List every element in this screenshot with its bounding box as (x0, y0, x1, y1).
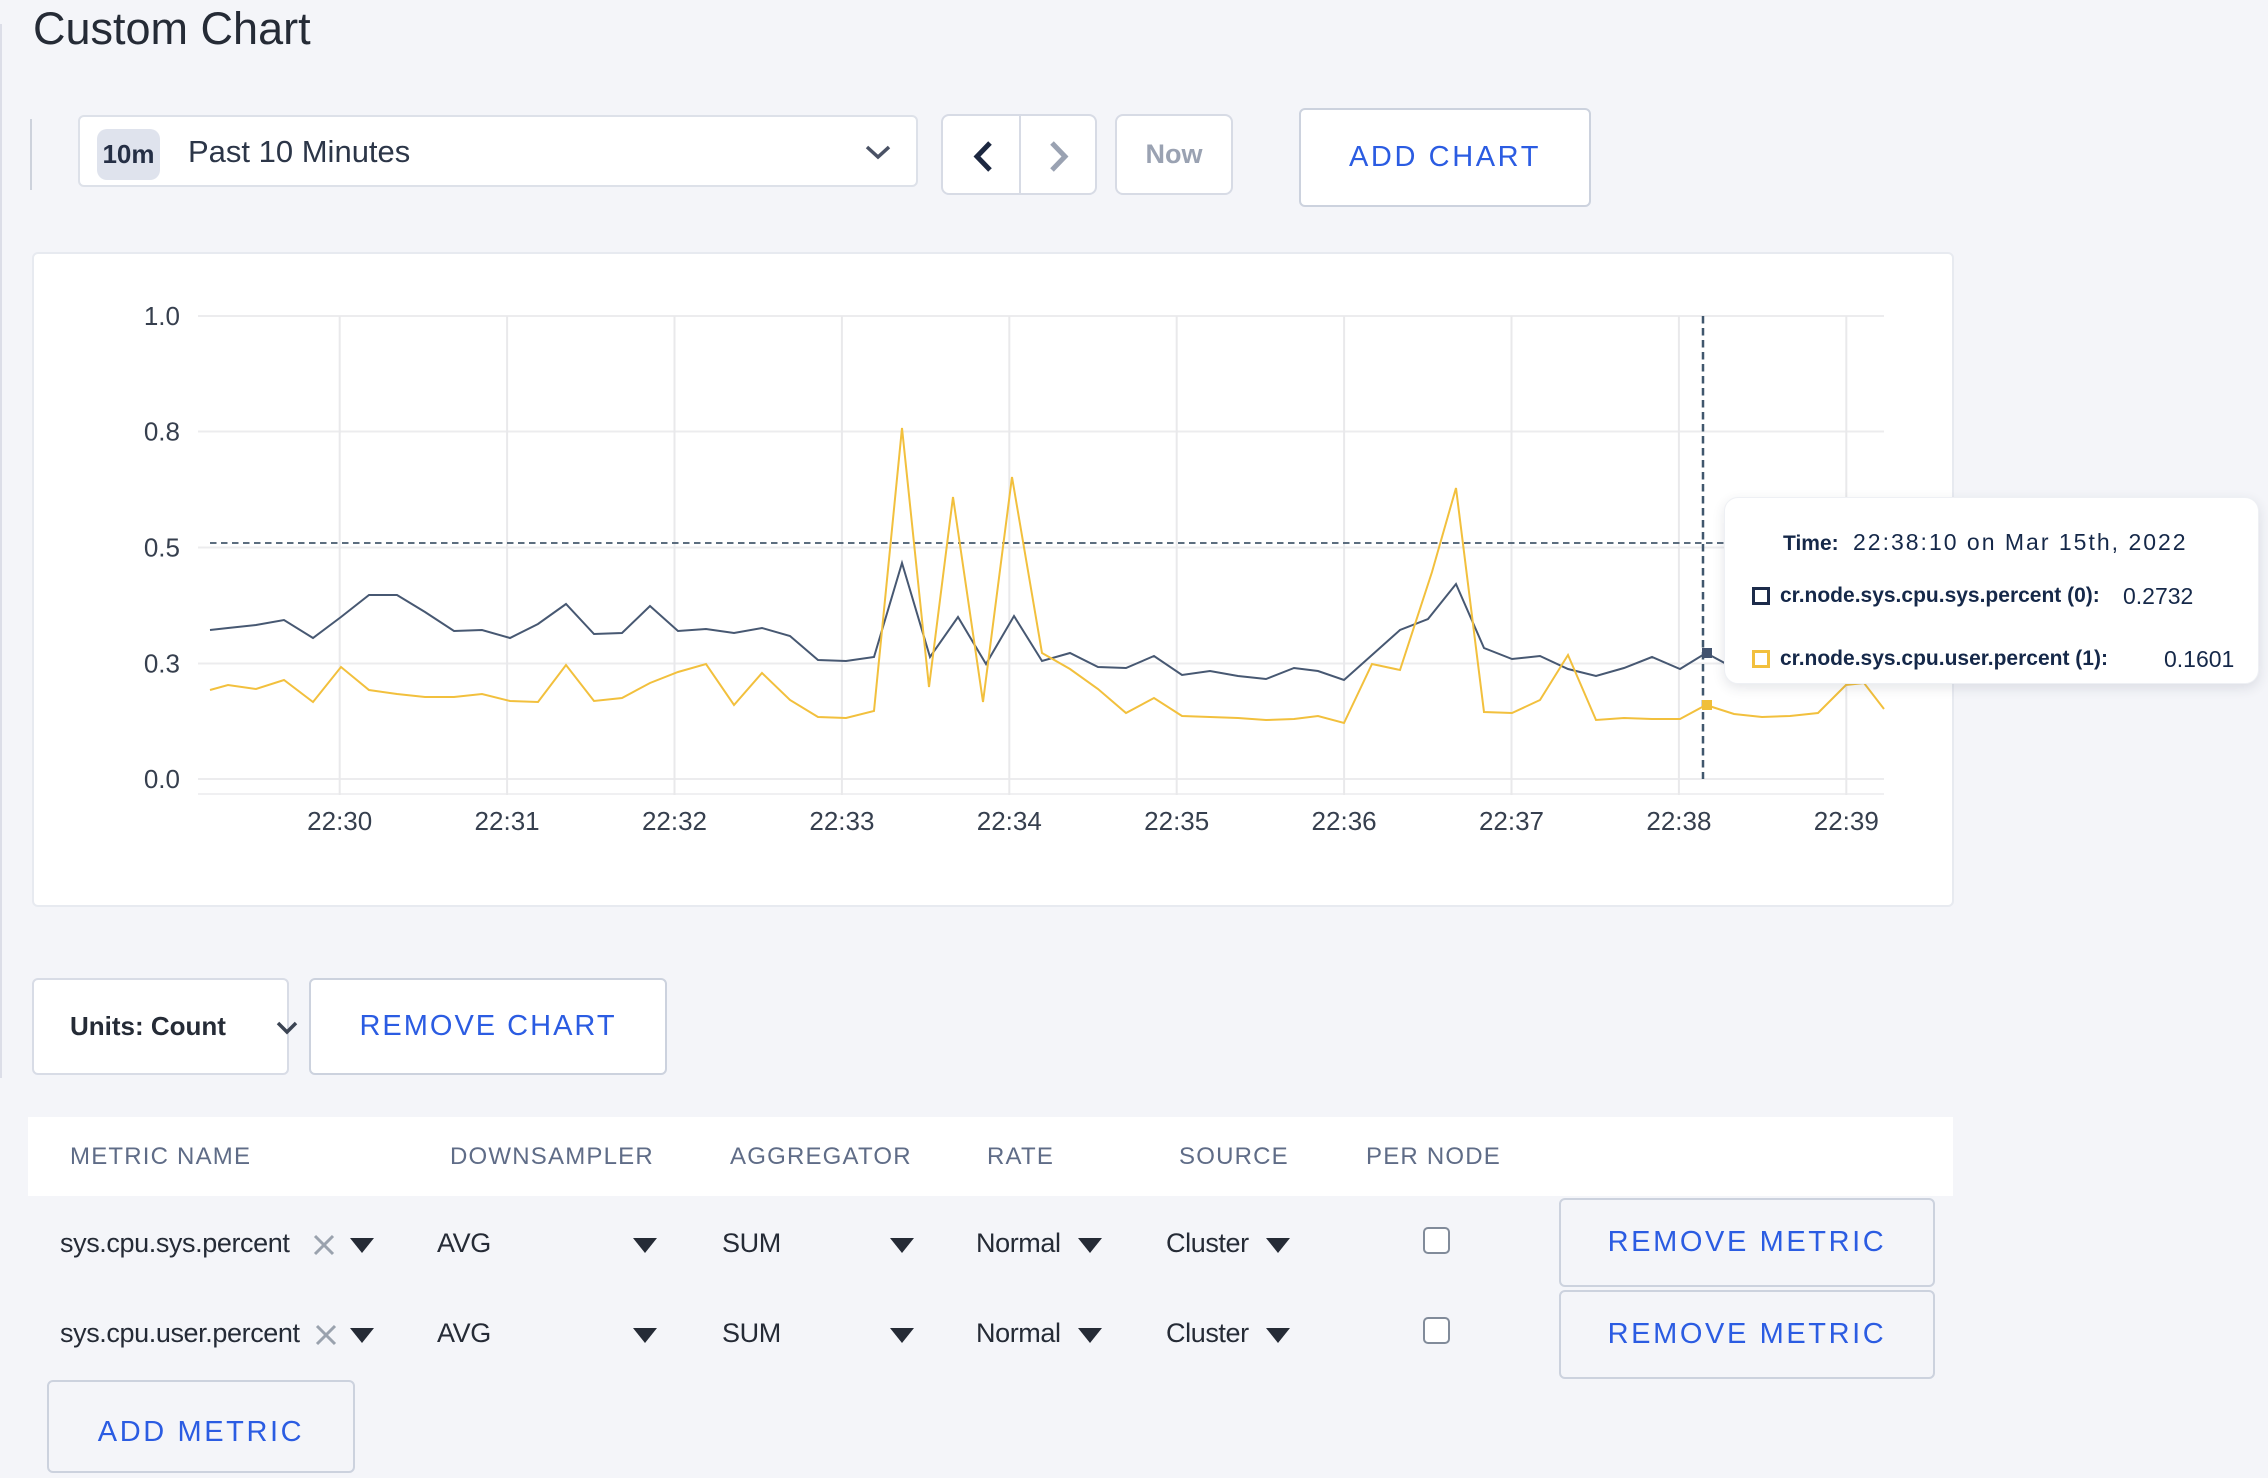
svg-text:22:34: 22:34 (977, 806, 1042, 836)
svg-text:22:35: 22:35 (1144, 806, 1209, 836)
svg-text:22:31: 22:31 (475, 806, 540, 836)
svg-text:22:37: 22:37 (1479, 806, 1544, 836)
svg-text:0.8: 0.8 (144, 417, 180, 447)
svg-text:0.0: 0.0 (144, 764, 180, 794)
svg-text:22:30: 22:30 (307, 806, 372, 836)
svg-text:1.0: 1.0 (144, 301, 180, 331)
svg-text:22:32: 22:32 (642, 806, 707, 836)
svg-text:22:36: 22:36 (1312, 806, 1377, 836)
svg-text:0.3: 0.3 (144, 649, 180, 679)
svg-text:22:39: 22:39 (1814, 806, 1879, 836)
svg-text:22:38: 22:38 (1646, 806, 1711, 836)
svg-text:0.5: 0.5 (144, 533, 180, 563)
svg-text:22:33: 22:33 (809, 806, 874, 836)
